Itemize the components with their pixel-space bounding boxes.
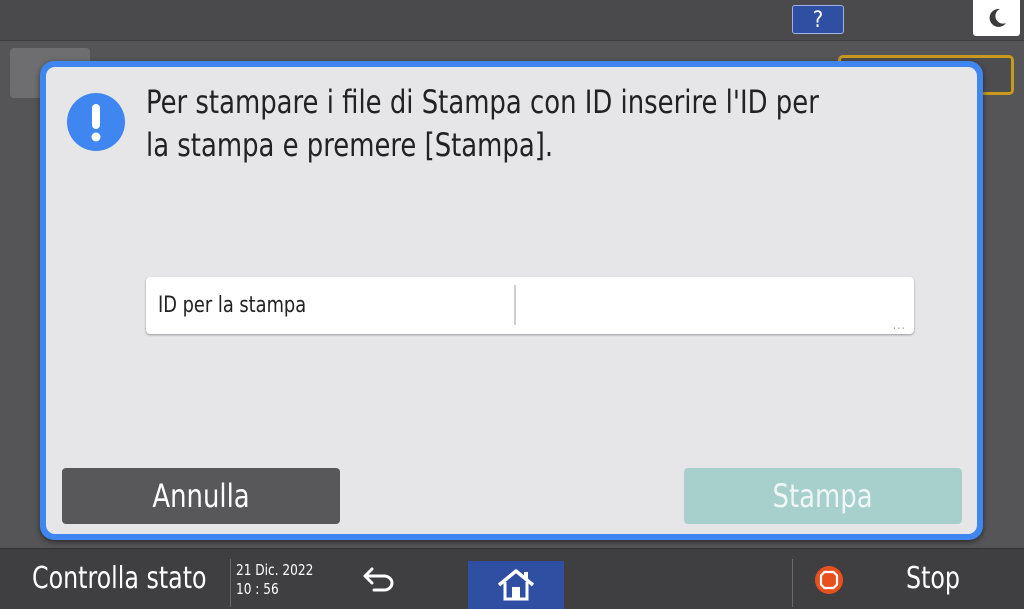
print-id-dialog: Per stampare i file di Stampa con ID ins… xyxy=(40,61,983,540)
field-divider xyxy=(514,285,516,325)
undo-arrow-icon xyxy=(363,567,394,592)
more-icon: ... xyxy=(892,318,906,332)
exclamation-icon xyxy=(67,93,125,151)
divider xyxy=(230,559,231,607)
cancel-button[interactable]: Annulla xyxy=(62,468,340,524)
bottom-bar: Controlla stato 21 Dic. 2022 10 : 56 Sto… xyxy=(0,548,1024,609)
back-button[interactable] xyxy=(360,561,400,601)
dialog-body: Per stampare i file di Stampa con ID ins… xyxy=(46,67,977,534)
date-text: 21 Dic. 2022 xyxy=(236,561,314,579)
time-text: 10 : 56 xyxy=(236,580,279,598)
energy-saver-button[interactable] xyxy=(973,0,1020,36)
cancel-button-label: Annulla xyxy=(152,477,250,515)
print-id-input[interactable] xyxy=(518,277,902,336)
help-button[interactable]: ? xyxy=(792,5,844,34)
home-button[interactable] xyxy=(468,561,564,609)
print-button-label: Stampa xyxy=(772,477,874,515)
print-button[interactable]: Stampa xyxy=(684,468,962,524)
stop-icon xyxy=(815,566,843,594)
top-status-bar: ? xyxy=(0,0,1024,41)
moon-icon xyxy=(989,8,1006,27)
check-status-button[interactable]: Controlla stato xyxy=(32,549,207,609)
stop-button[interactable]: Stop xyxy=(906,549,960,609)
print-id-field[interactable]: ID per la stampa ... xyxy=(146,277,914,336)
date-time: 21 Dic. 2022 10 : 56 xyxy=(236,561,313,599)
home-icon xyxy=(497,569,535,601)
dialog-message: Per stampare i file di Stampa con ID ins… xyxy=(146,83,819,164)
divider xyxy=(792,559,793,607)
print-id-label: ID per la stampa xyxy=(158,293,307,318)
